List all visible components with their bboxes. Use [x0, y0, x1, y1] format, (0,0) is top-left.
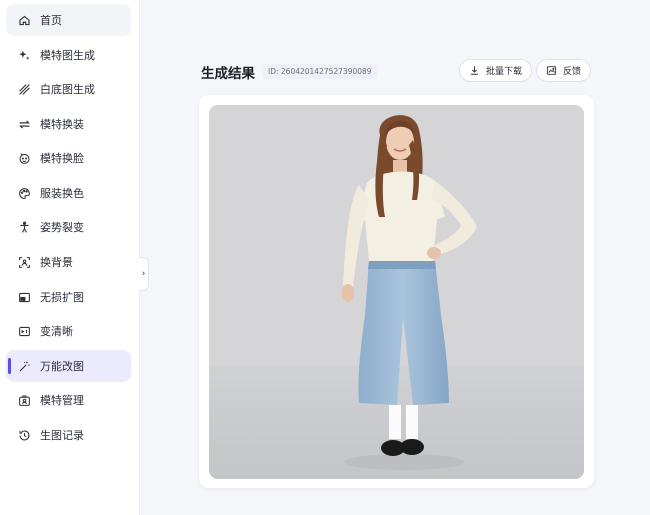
sidebar-item-label: 姿势裂变 [40, 221, 84, 234]
feedback-label: 反馈 [563, 67, 582, 77]
download-icon [471, 66, 478, 75]
chevron-right-icon: › [141, 269, 146, 279]
sparkle-icon [17, 48, 31, 62]
sidebar-item-label: 服装换色 [40, 187, 84, 200]
face-icon [17, 151, 31, 165]
page-title: 生成结果 [201, 66, 255, 82]
result-id-badge: ID: 2604201427527390089 [263, 64, 377, 79]
sidebar-item-lossless-expand[interactable]: 无损扩图 [6, 281, 131, 313]
sidebar-item-label: 无损扩图 [40, 291, 84, 304]
history-icon [17, 428, 31, 442]
result-image[interactable] [209, 105, 584, 479]
sidebar-item-label: 模特图生成 [40, 49, 95, 62]
sidebar-item-outfit-swap[interactable]: 模特换装 [6, 108, 131, 140]
sidebar-item-sharpen[interactable]: 变清晰 [6, 315, 131, 347]
palette-icon [17, 186, 31, 200]
model-photo-illustration [209, 105, 584, 479]
enhance-icon [17, 324, 31, 338]
sidebar-item-label: 万能改图 [40, 360, 84, 373]
active-indicator [8, 358, 11, 374]
sidebar-item-label: 首页 [40, 14, 62, 27]
sidebar: 首页 模特图生成 白底图生成 模特换装 模特换脸 服装换色 姿势裂变 换背景 无… [0, 0, 140, 515]
sidebar-item-label: 模特换装 [40, 118, 84, 131]
swap-icon [17, 117, 31, 131]
sidebar-item-label: 生图记录 [40, 429, 84, 442]
sidebar-item-white-bg-gen[interactable]: 白底图生成 [6, 73, 131, 105]
home-icon [17, 13, 31, 27]
expand-image-icon [17, 290, 31, 304]
sidebar-item-label: 模特管理 [40, 394, 84, 407]
feedback-button[interactable]: 反馈 [536, 59, 592, 82]
background-icon [17, 255, 31, 269]
sidebar-item-model-manage[interactable]: 模特管理 [6, 384, 131, 416]
sidebar-item-face-swap[interactable]: 模特换脸 [6, 142, 131, 174]
sidebar-item-label: 换背景 [40, 256, 73, 269]
sidebar-collapse-toggle[interactable]: › [139, 257, 149, 291]
sidebar-item-label: 模特换脸 [40, 152, 84, 165]
magic-wand-icon [17, 359, 31, 373]
batch-download-label: 批量下载 [486, 67, 523, 77]
sidebar-item-history[interactable]: 生图记录 [6, 419, 131, 451]
batch-download-button[interactable]: 批量下载 [459, 59, 533, 82]
result-card [199, 95, 594, 488]
model-manage-icon [17, 393, 31, 407]
sidebar-item-model-image-gen[interactable]: 模特图生成 [6, 39, 131, 71]
sidebar-item-pose-variation[interactable]: 姿势裂变 [6, 211, 131, 243]
image-feedback-icon [546, 66, 557, 75]
sidebar-item-home[interactable]: 首页 [6, 4, 131, 36]
sidebar-item-label: 白底图生成 [40, 83, 95, 96]
person-pose-icon [17, 220, 31, 234]
sidebar-item-universal-edit[interactable]: 万能改图 [6, 350, 131, 382]
sidebar-item-color-change[interactable]: 服装换色 [6, 177, 131, 209]
sidebar-item-background-swap[interactable]: 换背景 [6, 246, 131, 278]
sidebar-item-label: 变清晰 [40, 325, 73, 338]
hatch-icon [17, 82, 31, 96]
